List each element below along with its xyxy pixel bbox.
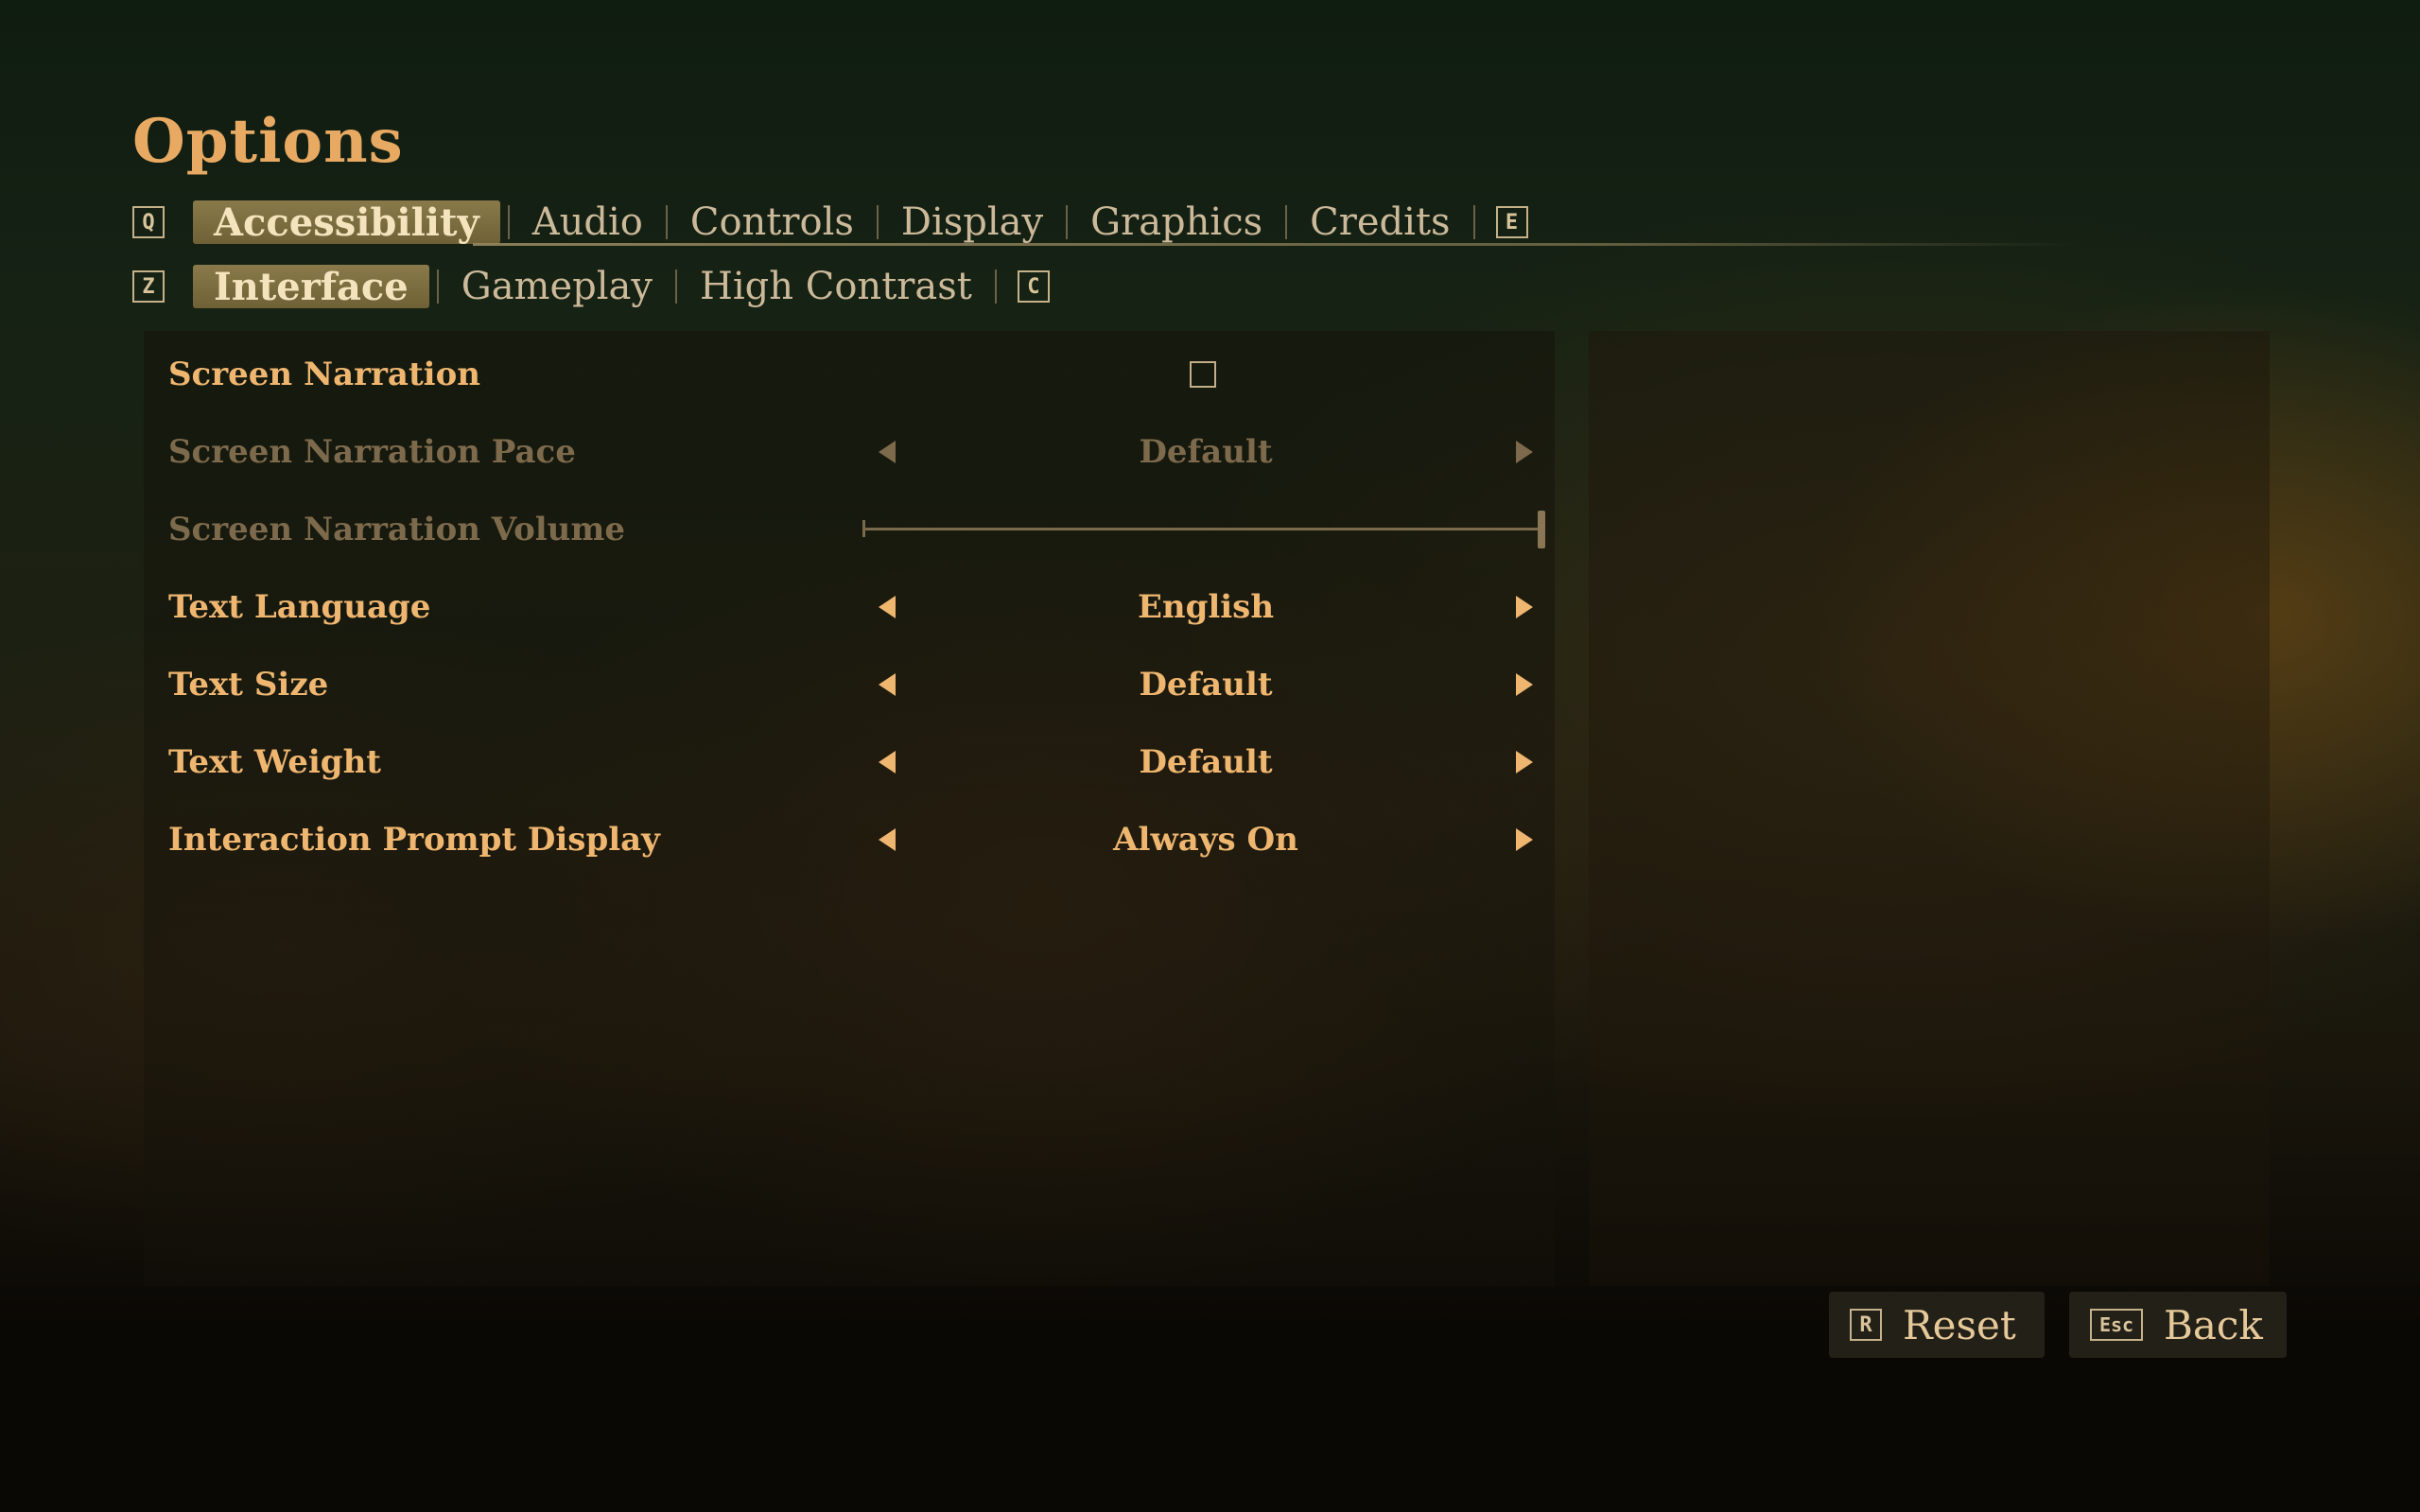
- arrow-right-icon[interactable]: [1506, 569, 1543, 645]
- arrow-left-icon[interactable]: [868, 802, 906, 878]
- prev-subtab-key-z[interactable]: Z: [132, 270, 165, 303]
- tab-separator: [436, 269, 439, 304]
- tab-separator: [507, 205, 510, 239]
- tab-separator: [1285, 205, 1288, 239]
- tab-audio[interactable]: Audio: [517, 200, 658, 244]
- tab-controls[interactable]: Controls: [675, 200, 869, 244]
- tab-separator: [1066, 205, 1069, 239]
- subtab-gameplay[interactable]: Gameplay: [446, 265, 668, 308]
- prev-tab-key-q[interactable]: Q: [132, 206, 165, 238]
- setting-value: Default: [1139, 743, 1273, 781]
- background-bottom-shade: [0, 1286, 2420, 1512]
- setting-value: English: [1137, 588, 1275, 626]
- tab-separator: [1472, 205, 1475, 239]
- description-panel: [1589, 331, 2270, 1286]
- tab-underline-divider: [473, 243, 2081, 246]
- setting-row-interaction-prompt-display[interactable]: Interaction Prompt Display Always On: [144, 802, 1555, 878]
- secondary-tab-bar: Z Interface Gameplay High Contrast C: [132, 263, 1050, 310]
- back-label: Back: [2164, 1301, 2263, 1348]
- volume-slider-track[interactable]: [864, 528, 1543, 530]
- arrow-right-icon[interactable]: [1506, 724, 1543, 800]
- tab-display[interactable]: Display: [886, 200, 1058, 244]
- reset-button[interactable]: R Reset: [1829, 1292, 2045, 1358]
- arrow-left-icon[interactable]: [868, 569, 906, 645]
- reset-label: Reset: [1903, 1301, 2016, 1348]
- setting-label: Screen Narration Pace: [168, 433, 576, 471]
- tab-separator: [994, 269, 997, 304]
- setting-row-text-weight[interactable]: Text Weight Default: [144, 724, 1555, 800]
- tab-credits[interactable]: Credits: [1295, 200, 1465, 244]
- setting-row-text-size[interactable]: Text Size Default: [144, 647, 1555, 722]
- screen-narration-checkbox[interactable]: [1190, 361, 1216, 388]
- setting-label: Screen Narration Volume: [168, 511, 625, 548]
- tab-separator: [665, 205, 668, 239]
- arrow-right-icon[interactable]: [1506, 647, 1543, 722]
- arrow-left-icon[interactable]: [868, 724, 906, 800]
- setting-label: Text Size: [168, 666, 329, 704]
- setting-label: Interaction Prompt Display: [168, 821, 660, 859]
- setting-row-screen-narration-pace[interactable]: Screen Narration Pace Default: [144, 414, 1555, 490]
- setting-value: Default: [1139, 666, 1273, 704]
- setting-label: Text Language: [168, 588, 431, 626]
- setting-row-screen-narration-volume[interactable]: Screen Narration Volume: [144, 492, 1555, 567]
- primary-tab-bar: Q Accessibility Audio Controls Display G…: [132, 199, 1528, 246]
- setting-value: Default: [1139, 433, 1273, 471]
- next-subtab-key-c[interactable]: C: [1017, 270, 1050, 303]
- arrow-right-icon[interactable]: [1506, 802, 1543, 878]
- setting-row-text-language[interactable]: Text Language English: [144, 569, 1555, 645]
- arrow-right-icon[interactable]: [1506, 414, 1543, 490]
- volume-slider-handle[interactable]: [1538, 511, 1545, 548]
- page-title: Options: [132, 106, 404, 177]
- subtab-high-contrast[interactable]: High Contrast: [685, 265, 987, 308]
- reset-key-r: R: [1850, 1309, 1882, 1341]
- arrow-left-icon[interactable]: [868, 647, 906, 722]
- setting-value: Always On: [1113, 821, 1298, 859]
- next-tab-key-e[interactable]: E: [1495, 206, 1528, 238]
- tab-accessibility[interactable]: Accessibility: [193, 200, 500, 245]
- tab-separator: [674, 269, 677, 304]
- arrow-left-icon[interactable]: [868, 414, 906, 490]
- setting-label: Text Weight: [168, 743, 382, 781]
- tab-graphics[interactable]: Graphics: [1075, 200, 1278, 244]
- back-button[interactable]: Esc Back: [2069, 1292, 2287, 1358]
- setting-row-screen-narration[interactable]: Screen Narration: [144, 337, 1555, 412]
- tab-separator: [876, 205, 879, 239]
- subtab-interface[interactable]: Interface: [193, 265, 429, 309]
- setting-label: Screen Narration: [168, 356, 480, 393]
- back-key-esc: Esc: [2090, 1309, 2143, 1341]
